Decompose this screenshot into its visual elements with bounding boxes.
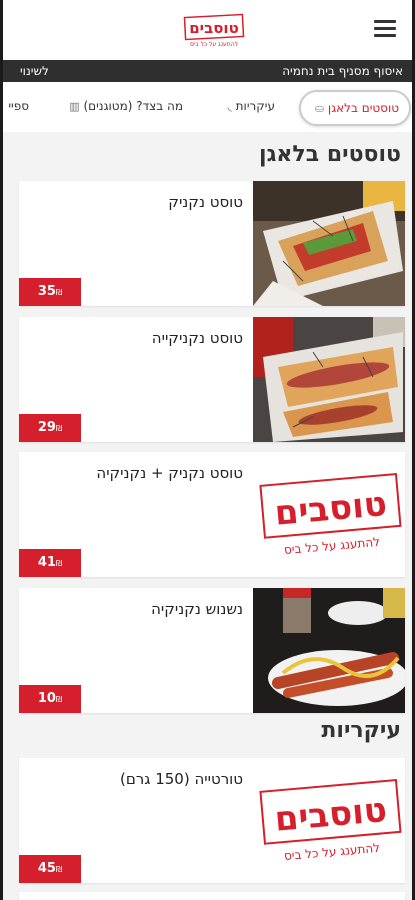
item-image-toast-sausage xyxy=(253,181,405,306)
item-image-sausage-snack xyxy=(253,588,405,713)
price-badge: 45₪ xyxy=(19,855,81,883)
tab-toasts-label: טוסטים בלאגן xyxy=(327,101,399,115)
change-location-link[interactable]: לשינוי xyxy=(20,60,49,82)
menu-icon[interactable] xyxy=(374,20,396,38)
price-badge: 29₪ xyxy=(19,414,81,442)
currency-symbol: ₪ xyxy=(55,559,63,568)
menu-item-card[interactable]: טוסבים להתענג על כל ביס טוסט נקניק + נקנ… xyxy=(19,452,405,577)
item-name: טוסט נקניק + נקניקיה xyxy=(96,464,243,482)
tab-sides-label: מה בצד? (מטוגנים) xyxy=(83,99,183,113)
device-frame-left xyxy=(0,0,3,900)
category-tabs: טוסטים בלאגן ⛀ עיקריות ◟ מה בצד? (מטוגני… xyxy=(0,82,415,132)
tab-next[interactable]: ספיי xyxy=(8,91,29,121)
section-title-mains: עיקריות xyxy=(321,718,401,743)
section-title-toasts: טוסטים בלאגן xyxy=(259,142,401,167)
item-name: טורטייה (150 גרם) xyxy=(119,770,243,788)
currency-symbol: ₪ xyxy=(55,865,63,874)
currency-symbol: ₪ xyxy=(55,695,63,704)
menu-item-card-next[interactable] xyxy=(19,892,405,900)
item-price: 45 xyxy=(37,861,56,876)
item-image-placeholder-logo: טוסבים להתענג על כל ביס xyxy=(253,452,405,577)
item-image-placeholder-logo: טוסבים להתענג על כל ביס xyxy=(253,758,405,883)
item-price: 10 xyxy=(37,691,56,706)
item-name: טוסט נקניק xyxy=(168,193,243,211)
item-name: נשנוש נקניקיה xyxy=(151,600,243,618)
fries-icon: ▥ xyxy=(69,100,80,113)
price-badge: 41₪ xyxy=(19,549,81,577)
tab-toasts[interactable]: טוסטים בלאגן ⛀ xyxy=(298,90,411,126)
item-price: 29 xyxy=(37,420,56,435)
pickup-location-text: איסוף מסניף בית נחמיה xyxy=(282,64,403,78)
tab-mains-label: עיקריות xyxy=(235,99,275,113)
price-badge: 10₪ xyxy=(19,685,81,713)
tab-next-label: ספיי xyxy=(8,99,29,113)
price-badge: 35₪ xyxy=(19,278,81,306)
drumstick-icon: ◟ xyxy=(227,100,232,113)
item-price: 41 xyxy=(37,555,56,570)
menu-item-card[interactable]: נשנוש נקניקיה 10₪ xyxy=(19,588,405,713)
menu-item-card[interactable]: טוסט נקניק 35₪ xyxy=(19,181,405,306)
menu-item-card[interactable]: טוסט נקניקייה 29₪ xyxy=(19,317,405,442)
currency-symbol: ₪ xyxy=(55,288,63,297)
currency-symbol: ₪ xyxy=(55,424,63,433)
pickup-bar: איסוף מסניף בית נחמיה לשינוי xyxy=(0,60,415,82)
logo-tagline-text: להתענג על כל ביס xyxy=(190,41,238,48)
menu-item-card[interactable]: טוסבים להתענג על כל ביס טורטייה (150 גרם… xyxy=(19,758,405,883)
toast-icon: ⛀ xyxy=(314,102,325,115)
app-header: טוסבים להתענג על כל ביס xyxy=(0,0,415,60)
item-price: 35 xyxy=(37,284,56,299)
item-name: טוסט נקניקייה xyxy=(151,329,243,347)
tab-mains[interactable]: עיקריות ◟ xyxy=(224,91,275,121)
logo-main-text: טוסבים xyxy=(189,19,239,37)
tab-sides[interactable]: מה בצד? (מטוגנים) ▥ xyxy=(65,91,183,121)
item-image-toast-hotdog xyxy=(253,317,405,442)
logo-image: טוסבים להתענג על כל ביס xyxy=(183,13,245,48)
brand-logo[interactable]: טוסבים להתענג על כל ביס xyxy=(183,10,245,50)
